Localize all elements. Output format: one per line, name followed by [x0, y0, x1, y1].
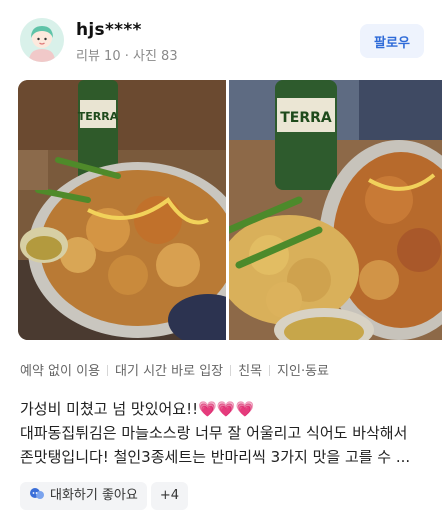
review-photo-stats: 리뷰 10 · 사진 83	[76, 49, 178, 64]
tag-divider	[230, 365, 232, 376]
beer-bottle-label: TERRA	[78, 110, 119, 123]
review-line-1-text: 가성비 미쳤고 넘 맛있어요!!	[20, 400, 199, 418]
review-text[interactable]: 가성비 미쳤고 넘 맛있어요!!💗💗💗 대파동집튀김은 마늘소스랑 너무 잘 어…	[20, 397, 430, 469]
tag-companion: 지인·동료	[277, 364, 330, 379]
review-line-3: 존맛탱입니다! 철인3종세트는 반마리씩 3가지 맛을 고를 수 ...	[20, 448, 411, 466]
tag-divider	[269, 365, 271, 376]
keyword-chip-conversation[interactable]: 대화하기 좋아요	[20, 482, 147, 510]
keyword-chip-label: 대화하기 좋아요	[50, 488, 138, 503]
heart-emoji-icon: 💗💗💗	[198, 400, 255, 418]
tag-divider	[107, 365, 109, 376]
follow-button[interactable]: 팔로우	[360, 24, 424, 58]
keyword-chips: 대화하기 좋아요 +4	[20, 482, 192, 510]
beer-bottle-label: TERRA	[280, 110, 332, 126]
tag-wait-time: 대기 시간 바로 입장	[115, 364, 224, 379]
tag-purpose: 친목	[238, 364, 263, 379]
review-photo-2[interactable]: TERRA	[229, 80, 442, 340]
avatar[interactable]	[20, 18, 64, 62]
visit-tags: 예약 없이 이용 대기 시간 바로 입장 친목 지인·동료	[20, 360, 329, 379]
chat-bubble-icon	[30, 488, 44, 499]
photo-carousel[interactable]: TERRA TERRA	[18, 80, 442, 340]
avatar-illustration-icon	[20, 18, 64, 62]
review-line-1: 가성비 미쳤고 넘 맛있어요!!💗💗💗	[20, 397, 430, 421]
review-header: hjs**** 리뷰 10 · 사진 83 팔로우	[20, 18, 424, 68]
username[interactable]: hjs****	[76, 20, 142, 40]
more-keywords-chip[interactable]: +4	[150, 482, 189, 510]
review-photo-1[interactable]: TERRA	[18, 80, 226, 340]
review-line-2: 대파동집튀김은 마늘소스랑 너무 잘 어울리고 식어도 바삭해서	[20, 424, 408, 442]
tag-reservation: 예약 없이 이용	[20, 364, 101, 379]
